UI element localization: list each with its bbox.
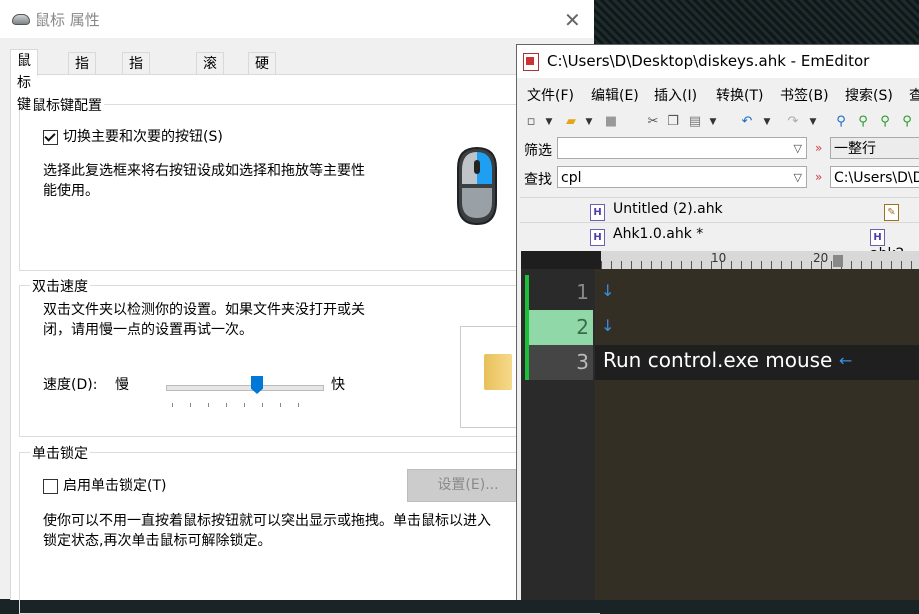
desktop-background: [594, 0, 919, 50]
group-legend: 双击速度: [30, 276, 90, 296]
expand-icon[interactable]: »: [815, 170, 822, 184]
slider-ticks: [172, 403, 316, 407]
fast-label: 快: [331, 377, 345, 393]
find-next-icon[interactable]: ⚲: [855, 114, 871, 130]
menu-insert[interactable]: 插入(I): [654, 85, 697, 105]
current-code-line[interactable]: Run control.exe mouse ←: [595, 345, 919, 380]
mouse-icon: [12, 14, 30, 25]
line-number: 3: [525, 345, 593, 380]
tab-pointer-options[interactable]: 指针选项: [122, 52, 150, 138]
tab-wheel[interactable]: 滚轮: [196, 52, 224, 94]
group-legend: 单击锁定: [30, 443, 90, 463]
click-lock-desc-2: 锁定状态,再次单击鼠标可解除锁定。: [43, 533, 272, 549]
code-line[interactable]: ↓: [595, 310, 919, 345]
document-tabs-row1: HUntitled (2).ahk ✎无: [520, 197, 919, 240]
settings-button[interactable]: 设置(E)...: [407, 469, 529, 502]
swap-buttons-checkbox[interactable]: [43, 130, 58, 145]
tab-hardware[interactable]: 硬件: [248, 52, 276, 94]
ahk-file-icon: H: [590, 204, 605, 221]
paste-icon[interactable]: ▤: [687, 114, 703, 130]
double-click-desc: 双击文件夹以检测你的设置。如果文件夹没打开或关: [43, 302, 365, 318]
menu-edit[interactable]: 编辑(E): [591, 85, 639, 105]
line-number: 1: [525, 275, 593, 310]
expand-icon[interactable]: »: [815, 141, 822, 155]
mouse-image: [457, 146, 497, 226]
cut-icon[interactable]: ✂: [645, 114, 661, 130]
click-lock-label[interactable]: 启用单击锁定(T): [63, 476, 166, 496]
copy-icon[interactable]: ❐: [665, 114, 681, 130]
line-number: 2: [525, 310, 593, 345]
emeditor-icon: [523, 53, 539, 71]
menu-file[interactable]: 文件(F): [527, 85, 574, 105]
chevron-down-icon[interactable]: ▼: [805, 114, 821, 130]
chevron-down-icon[interactable]: ▽: [794, 167, 802, 189]
speed-slider[interactable]: [166, 385, 324, 391]
group-legend: 鼠标键配置: [30, 95, 104, 115]
editor-title: C:\Users\D\Desktop\diskeys.ahk - EmEdito…: [547, 52, 870, 70]
speed-label: 速度(D):: [43, 377, 98, 393]
note-file-icon: ✎: [884, 204, 899, 221]
dialog-title: 鼠标 属性: [35, 11, 100, 29]
filter-mode-select[interactable]: 一整行: [830, 137, 919, 159]
doc-tab-ahk1[interactable]: H Ahk1.0.ahk *: [590, 226, 703, 246]
menu-bar: 文件(F) 编辑(E) 插入(I) 转换(T) 书签(B) 搜索(S) 查: [517, 81, 919, 107]
chevron-down-icon[interactable]: ▼: [541, 114, 557, 130]
swap-desc-2: 能使用。: [43, 183, 99, 199]
emeditor-window: C:\Users\D\Desktop\diskeys.ahk - EmEdito…: [516, 44, 919, 600]
close-icon[interactable]: ✕: [564, 8, 581, 32]
chevron-down-icon[interactable]: ▼: [759, 114, 775, 130]
code-text: Run control.exe mouse: [603, 348, 833, 372]
find-row: 查找 cpl ▽ » C:\Users\D\D: [517, 164, 919, 192]
find-prev-icon[interactable]: ⚲: [877, 114, 893, 130]
menu-more[interactable]: 查: [909, 85, 919, 105]
swap-desc: 选择此复选框来将右按钮设成如选择和拖放等主要性: [43, 163, 365, 179]
dialog-titlebar: 鼠标 属性 ✕: [0, 0, 594, 38]
line-number-gutter: 1 2 3: [521, 269, 595, 600]
caret-marker: [833, 255, 843, 267]
menu-convert[interactable]: 转换(T): [716, 85, 763, 105]
click-lock-desc: 使你可以不用一直按着鼠标按钮就可以突出显示或拖拽。单击鼠标以进入: [43, 513, 491, 529]
editor-area[interactable]: 10 20 1 2 3 ↓ ↓ Run control.exe mouse ←: [521, 251, 919, 600]
menu-bookmarks[interactable]: 书签(B): [780, 85, 829, 105]
toolbar: ▫ ▼ ▰ ▼ ■ ✂ ❐ ▤ ▼ ↶ ▼ ↷ ▼ ⚲ ⚲ ⚲ ⚲: [517, 109, 919, 135]
code-area[interactable]: ↓ ↓ Run control.exe mouse ←: [595, 269, 919, 600]
chevron-down-icon[interactable]: ▼: [581, 114, 597, 130]
chevron-down-icon[interactable]: ▽: [794, 138, 802, 160]
doc-tab-untitled[interactable]: H Untitled (2).ahk: [590, 201, 723, 221]
eol-marker: ←: [839, 351, 853, 370]
editor-titlebar: C:\Users\D\Desktop\diskeys.ahk - EmEdito…: [517, 45, 919, 78]
double-click-desc-2: 闭，请用慢一点的设置再试一次。: [43, 322, 253, 338]
folder-icon[interactable]: [484, 354, 512, 390]
ruler: 10 20: [601, 251, 919, 270]
document-tabs-row2: HAhk1.0.ahk * Hahk2: [520, 222, 919, 262]
find-path-input[interactable]: C:\Users\D\D: [830, 166, 919, 188]
open-folder-icon[interactable]: ▰: [563, 114, 579, 130]
undo-icon[interactable]: ↶: [739, 114, 755, 130]
filter-label: 筛选: [524, 143, 552, 159]
swap-buttons-label[interactable]: 切换主要和次要的按钮(S): [63, 127, 223, 147]
ahk-file-icon: H: [590, 229, 605, 246]
tab-pointers[interactable]: 指针: [68, 52, 96, 94]
code-line[interactable]: ↓: [595, 275, 919, 310]
find-icon[interactable]: ⚲: [833, 114, 849, 130]
new-file-icon[interactable]: ▫: [523, 114, 539, 130]
tab-buttons[interactable]: 鼠标键: [10, 49, 38, 113]
slow-label: 慢: [115, 377, 129, 393]
save-icon[interactable]: ■: [603, 114, 619, 130]
find-input[interactable]: cpl ▽: [557, 166, 807, 188]
filter-row: 筛选 ▽ » 一整行: [517, 135, 919, 163]
filter-input[interactable]: ▽: [557, 137, 807, 159]
menu-search[interactable]: 搜索(S): [845, 85, 893, 105]
click-lock-checkbox[interactable]: [43, 479, 58, 494]
chevron-down-icon[interactable]: ▼: [705, 114, 721, 130]
find-label: 查找: [524, 172, 552, 188]
replace-icon[interactable]: ⚲: [899, 114, 915, 130]
ahk-file-icon: H: [870, 229, 885, 246]
redo-icon[interactable]: ↷: [785, 114, 801, 130]
mouse-properties-dialog: 鼠标 属性 ✕ 鼠标键 指针 指针选项 滚轮 硬件 鼠标键配置 切换主要和次要的…: [0, 0, 600, 614]
